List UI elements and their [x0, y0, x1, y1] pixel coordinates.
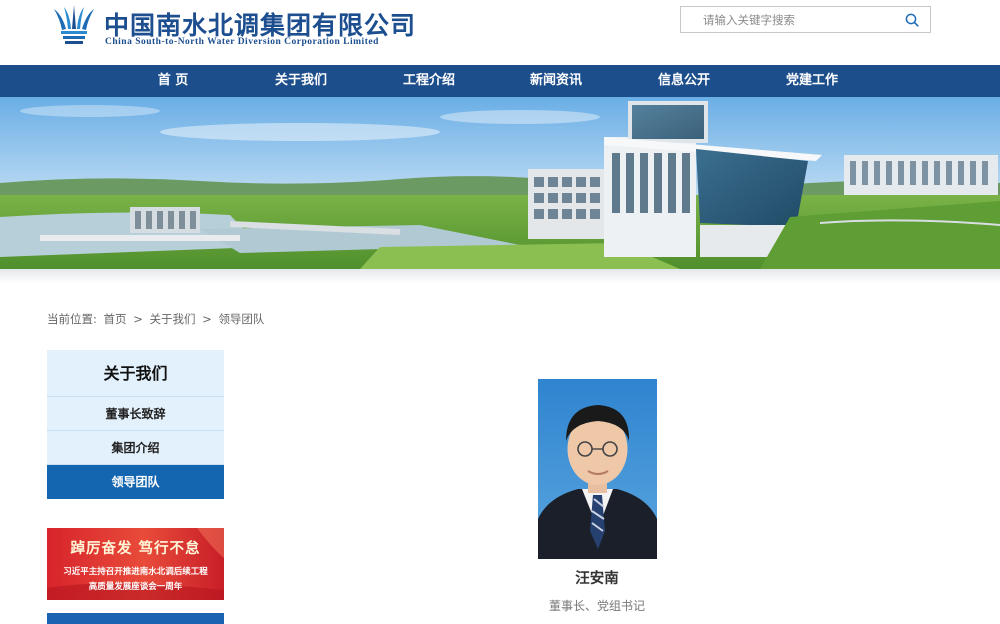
leader-portrait — [538, 379, 657, 559]
sidebar-item-group-intro[interactable]: 集团介绍 — [47, 431, 224, 465]
logo-english-name: China South-to-North Water Diversion Cor… — [105, 37, 379, 47]
site-header: 中国南水北调集团有限公司 China South-to-North Water … — [0, 0, 1000, 65]
nav-item-news[interactable]: 新闻资讯 — [511, 65, 601, 97]
promo-banner-2[interactable] — [47, 613, 224, 624]
sidebar-item-leadership[interactable]: 领导团队 — [47, 465, 224, 499]
nav-item-party[interactable]: 党建工作 — [767, 65, 857, 97]
breadcrumb-current: 领导团队 — [218, 312, 265, 326]
promo-subtitle-line1: 习近平主持召开推进南水北调后续工程 — [63, 567, 208, 577]
sidebar-title: 关于我们 — [47, 350, 224, 397]
promo-title: 踔厉奋发 笃行不怠 — [70, 541, 201, 557]
nav-item-disclosure[interactable]: 信息公开 — [639, 65, 729, 97]
sidebar-item-chairman-message[interactable]: 董事长致辞 — [47, 397, 224, 431]
nav-item-about[interactable]: 关于我们 — [256, 65, 346, 97]
search-icon[interactable] — [905, 13, 919, 27]
breadcrumb-home[interactable]: 首页 — [104, 312, 127, 326]
site-logo[interactable]: 中国南水北调集团有限公司 China South-to-North Water … — [52, 5, 442, 49]
breadcrumb: 当前位置: 首页 > 关于我们 > 领导团队 — [47, 311, 267, 327]
promo-subtitle-line2: 高质量发展座谈会一周年 — [88, 582, 183, 592]
logo-mark-icon — [54, 5, 94, 44]
search-input[interactable] — [681, 7, 896, 32]
breadcrumb-about[interactable]: 关于我们 — [149, 312, 195, 326]
banner-shadow — [0, 269, 1000, 283]
breadcrumb-prefix: 当前位置: — [47, 312, 97, 326]
hero-banner — [0, 97, 1000, 269]
sidebar: 关于我们 董事长致辞 集团介绍 领导团队 — [47, 350, 224, 499]
portrait-image — [538, 379, 657, 559]
breadcrumb-separator: > — [202, 312, 212, 326]
promo-banner[interactable]: 踔厉奋发 笃行不怠 习近平主持召开推进南水北调后续工程 高质量发展座谈会一周年 — [47, 528, 224, 600]
nav-item-home[interactable]: 首 页 — [128, 65, 218, 97]
leader-title: 董事长、党组书记 — [548, 599, 645, 613]
breadcrumb-separator: > — [133, 312, 143, 326]
leader-name: 汪安南 — [575, 571, 619, 587]
main-nav: 首 页 关于我们 工程介绍 新闻资讯 信息公开 党建工作 — [0, 65, 1000, 97]
banner-image — [0, 97, 1000, 269]
search-box — [680, 6, 931, 33]
nav-item-projects[interactable]: 工程介绍 — [384, 65, 474, 97]
